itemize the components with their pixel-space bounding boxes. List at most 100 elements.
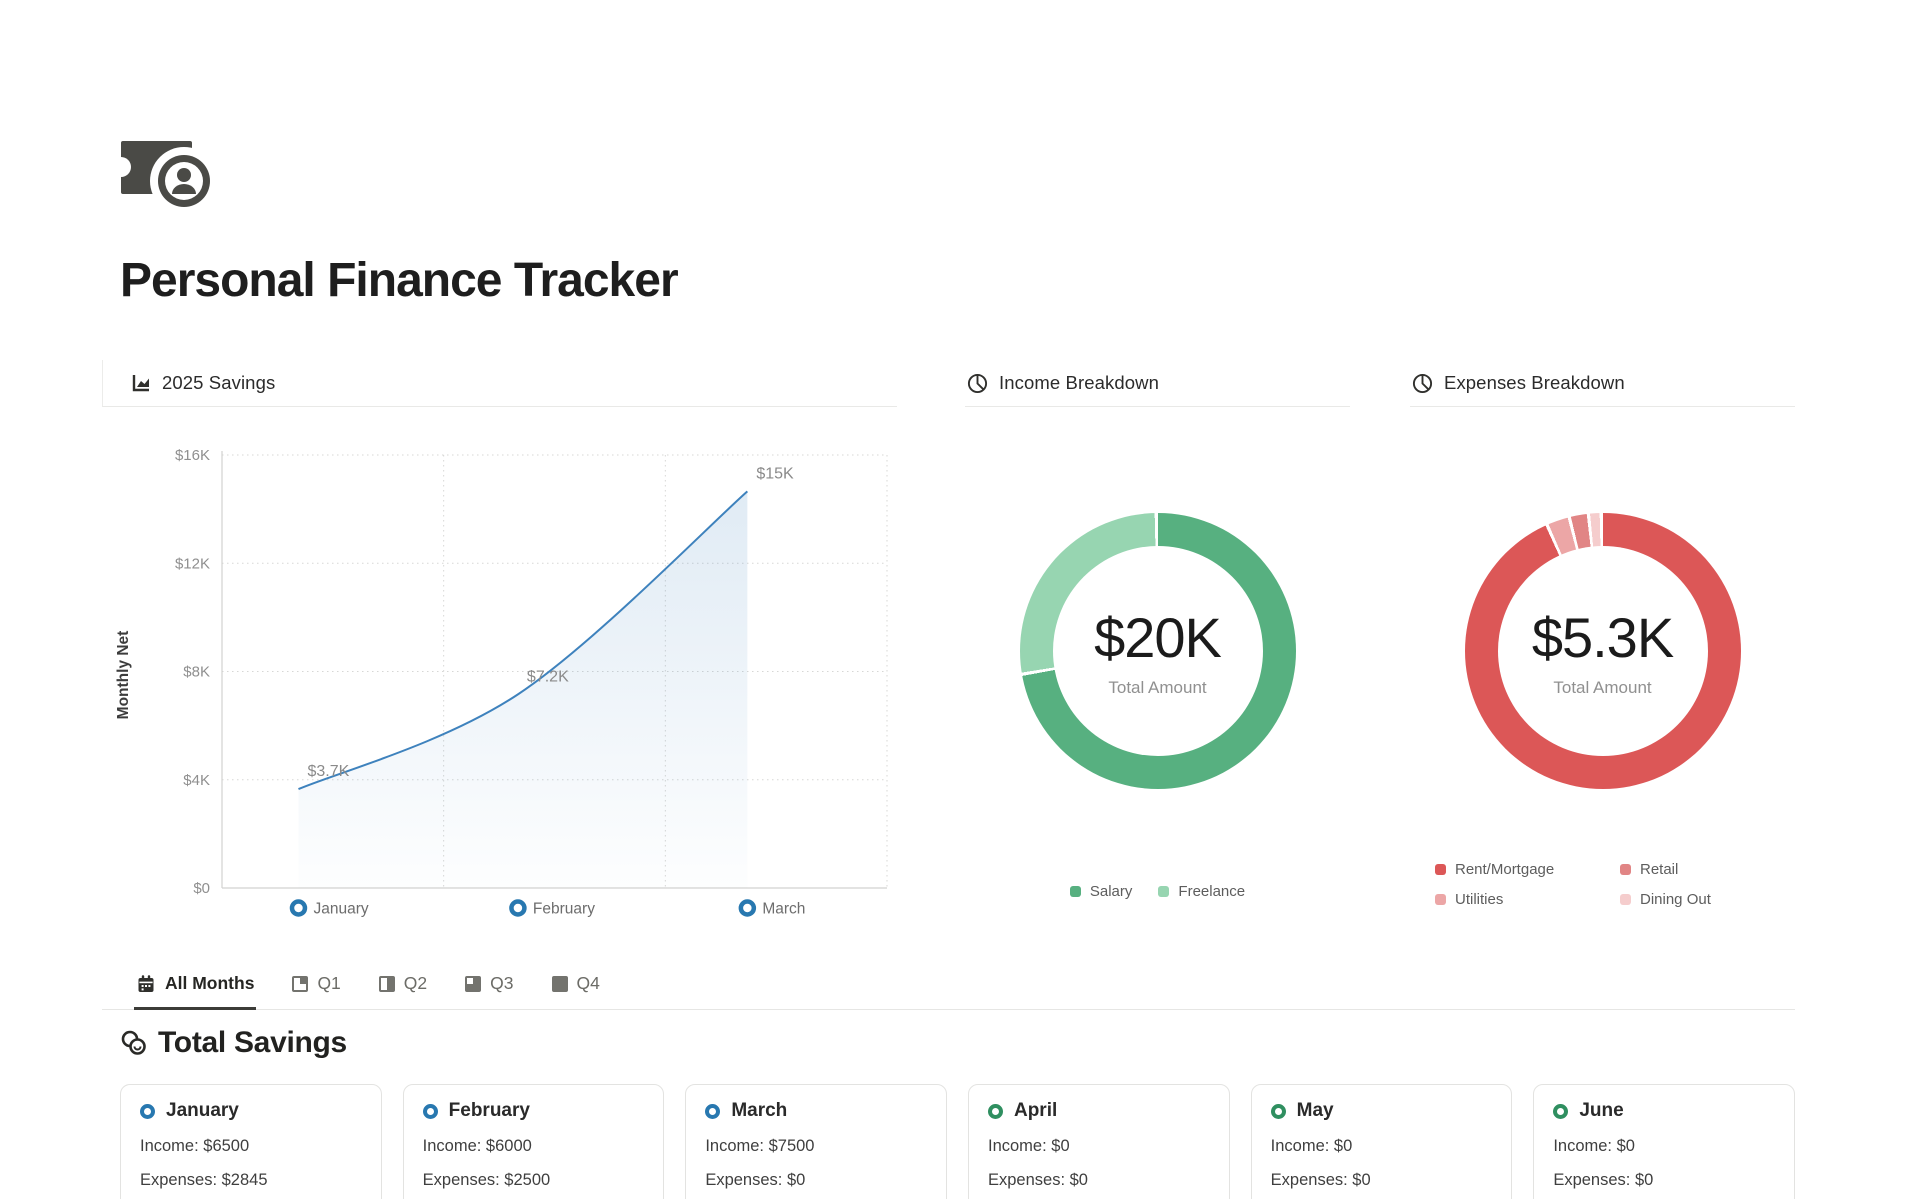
savings-line-chart: $0$4K$8K$12K$16KMonthly Net$3.7K$7.2K$15… xyxy=(102,415,897,935)
retail-swatch xyxy=(1620,864,1631,875)
banknote-coin-icon xyxy=(120,140,218,208)
svg-text:$4K: $4K xyxy=(183,772,210,789)
quarter-4-icon xyxy=(552,976,568,992)
legend-item-utilities[interactable]: Utilities xyxy=(1435,891,1620,908)
income-donut-center: $20K Total Amount xyxy=(1020,513,1296,789)
expenses-total-label: Total Amount xyxy=(1553,678,1651,698)
tab-q1-label: Q1 xyxy=(317,973,340,994)
income-section: Income Breakdown $20K Total Amount Salar… xyxy=(965,360,1350,935)
card-april-title: April xyxy=(1014,1099,1057,1123)
tab-q3-label: Q3 xyxy=(490,973,513,994)
expenses-donut-chart: $5.3K Total Amount xyxy=(1465,513,1741,789)
salary-label: Salary xyxy=(1090,883,1133,900)
expenses-title: Expenses Breakdown xyxy=(1444,372,1625,394)
card-march-expenses: Expenses: $0 xyxy=(705,1170,927,1191)
utilities-swatch xyxy=(1435,894,1446,905)
expenses-header: Expenses Breakdown xyxy=(1410,360,1795,407)
rent-swatch xyxy=(1435,864,1446,875)
svg-text:$0: $0 xyxy=(193,880,210,897)
tab-q4[interactable]: Q4 xyxy=(550,973,602,1010)
dining-label: Dining Out xyxy=(1640,891,1711,908)
quarter-2-icon xyxy=(379,976,395,992)
tab-q4-label: Q4 xyxy=(577,973,600,994)
income-header: Income Breakdown xyxy=(965,360,1350,407)
income-total-value: $20K xyxy=(1094,605,1221,670)
tab-q2[interactable]: Q2 xyxy=(377,973,429,1010)
card-april-expenses: Expenses: $0 xyxy=(988,1170,1210,1191)
salary-swatch xyxy=(1070,886,1081,897)
card-may-header: May xyxy=(1271,1099,1493,1123)
calendar-icon xyxy=(136,974,156,994)
month-marker-icon xyxy=(140,1104,155,1119)
savings-title: 2025 Savings xyxy=(162,372,275,394)
card-june: June Income: $0 Expenses: $0 Net: $0 xyxy=(1533,1084,1795,1199)
pie-chart-icon xyxy=(1412,373,1433,394)
income-donut-chart: $20K Total Amount xyxy=(1020,513,1296,789)
card-january-income: Income: $6500 xyxy=(140,1136,362,1157)
svg-text:January: January xyxy=(313,901,368,918)
card-january-header: January xyxy=(140,1099,362,1123)
total-savings-title: Total Savings xyxy=(158,1026,347,1060)
svg-text:$15K: $15K xyxy=(756,465,794,482)
expenses-donut-center: $5.3K Total Amount xyxy=(1465,513,1741,789)
freelance-label: Freelance xyxy=(1178,883,1245,900)
svg-text:Monthly Net: Monthly Net xyxy=(115,631,132,720)
card-april: April Income: $0 Expenses: $0 Net: $0 xyxy=(968,1084,1230,1199)
tab-all-months-label: All Months xyxy=(165,973,254,994)
period-tabs: All Months Q1 Q2 Q3 Q4 xyxy=(102,973,1795,1010)
legend-item-dining[interactable]: Dining Out xyxy=(1620,891,1770,908)
card-june-income: Income: $0 xyxy=(1553,1136,1775,1157)
month-cards: January Income: $6500 Expenses: $2845 Ne… xyxy=(120,1084,1795,1199)
area-chart-icon xyxy=(131,373,151,393)
card-january-title: January xyxy=(166,1099,239,1123)
rent-label: Rent/Mortgage xyxy=(1455,861,1554,878)
card-june-expenses: Expenses: $0 xyxy=(1553,1170,1775,1191)
freelance-swatch xyxy=(1158,886,1169,897)
card-february-title: February xyxy=(449,1099,530,1123)
card-may-income: Income: $0 xyxy=(1271,1136,1493,1157)
coins-icon xyxy=(120,1029,148,1057)
svg-text:March: March xyxy=(762,901,805,918)
svg-text:$7.2K: $7.2K xyxy=(527,668,569,685)
svg-text:$8K: $8K xyxy=(183,664,210,681)
income-legend: Salary Freelance xyxy=(965,883,1350,900)
card-may: May Income: $0 Expenses: $0 Net: $0 xyxy=(1251,1084,1513,1199)
legend-item-freelance[interactable]: Freelance xyxy=(1158,883,1245,900)
tab-all-months[interactable]: All Months xyxy=(134,973,256,1010)
month-marker-icon xyxy=(423,1104,438,1119)
card-february-expenses: Expenses: $2500 xyxy=(423,1170,645,1191)
card-march-income: Income: $7500 xyxy=(705,1136,927,1157)
retail-label: Retail xyxy=(1640,861,1678,878)
svg-text:$16K: $16K xyxy=(175,447,210,464)
card-may-expenses: Expenses: $0 xyxy=(1271,1170,1493,1191)
card-february: February Income: $6000 Expenses: $2500 N… xyxy=(403,1084,665,1199)
month-marker-icon xyxy=(1553,1104,1568,1119)
card-march: March Income: $7500 Expenses: $0 Net: $7… xyxy=(685,1084,947,1199)
tab-q1[interactable]: Q1 xyxy=(290,973,342,1010)
utilities-label: Utilities xyxy=(1455,891,1503,908)
month-marker-icon xyxy=(988,1104,1003,1119)
legend-item-retail[interactable]: Retail xyxy=(1620,861,1770,878)
svg-text:$12K: $12K xyxy=(175,555,210,572)
month-marker-icon xyxy=(705,1104,720,1119)
tab-q3[interactable]: Q3 xyxy=(463,973,515,1010)
quarter-1-icon xyxy=(292,976,308,992)
quarter-3-icon xyxy=(465,976,481,992)
card-march-title: March xyxy=(731,1099,787,1123)
legend-item-salary[interactable]: Salary xyxy=(1070,883,1133,900)
card-february-income: Income: $6000 xyxy=(423,1136,645,1157)
card-june-header: June xyxy=(1553,1099,1775,1123)
pie-chart-icon xyxy=(967,373,988,394)
expenses-legend: Rent/Mortgage Retail Utilities Dining Ou… xyxy=(1410,861,1795,908)
legend-item-rent[interactable]: Rent/Mortgage xyxy=(1435,861,1620,878)
card-april-income: Income: $0 xyxy=(988,1136,1210,1157)
card-january: January Income: $6500 Expenses: $2845 Ne… xyxy=(120,1084,382,1199)
card-may-title: May xyxy=(1297,1099,1334,1123)
savings-header: 2025 Savings xyxy=(102,360,897,407)
dining-swatch xyxy=(1620,894,1631,905)
charts-row: 2025 Savings $0$4K$8K$12K$16KMonthly Net… xyxy=(120,360,1795,935)
expenses-section: Expenses Breakdown $5.3K Total Amount Re… xyxy=(1410,360,1795,935)
card-february-header: February xyxy=(423,1099,645,1123)
tab-q2-label: Q2 xyxy=(404,973,427,994)
card-january-expenses: Expenses: $2845 xyxy=(140,1170,362,1191)
